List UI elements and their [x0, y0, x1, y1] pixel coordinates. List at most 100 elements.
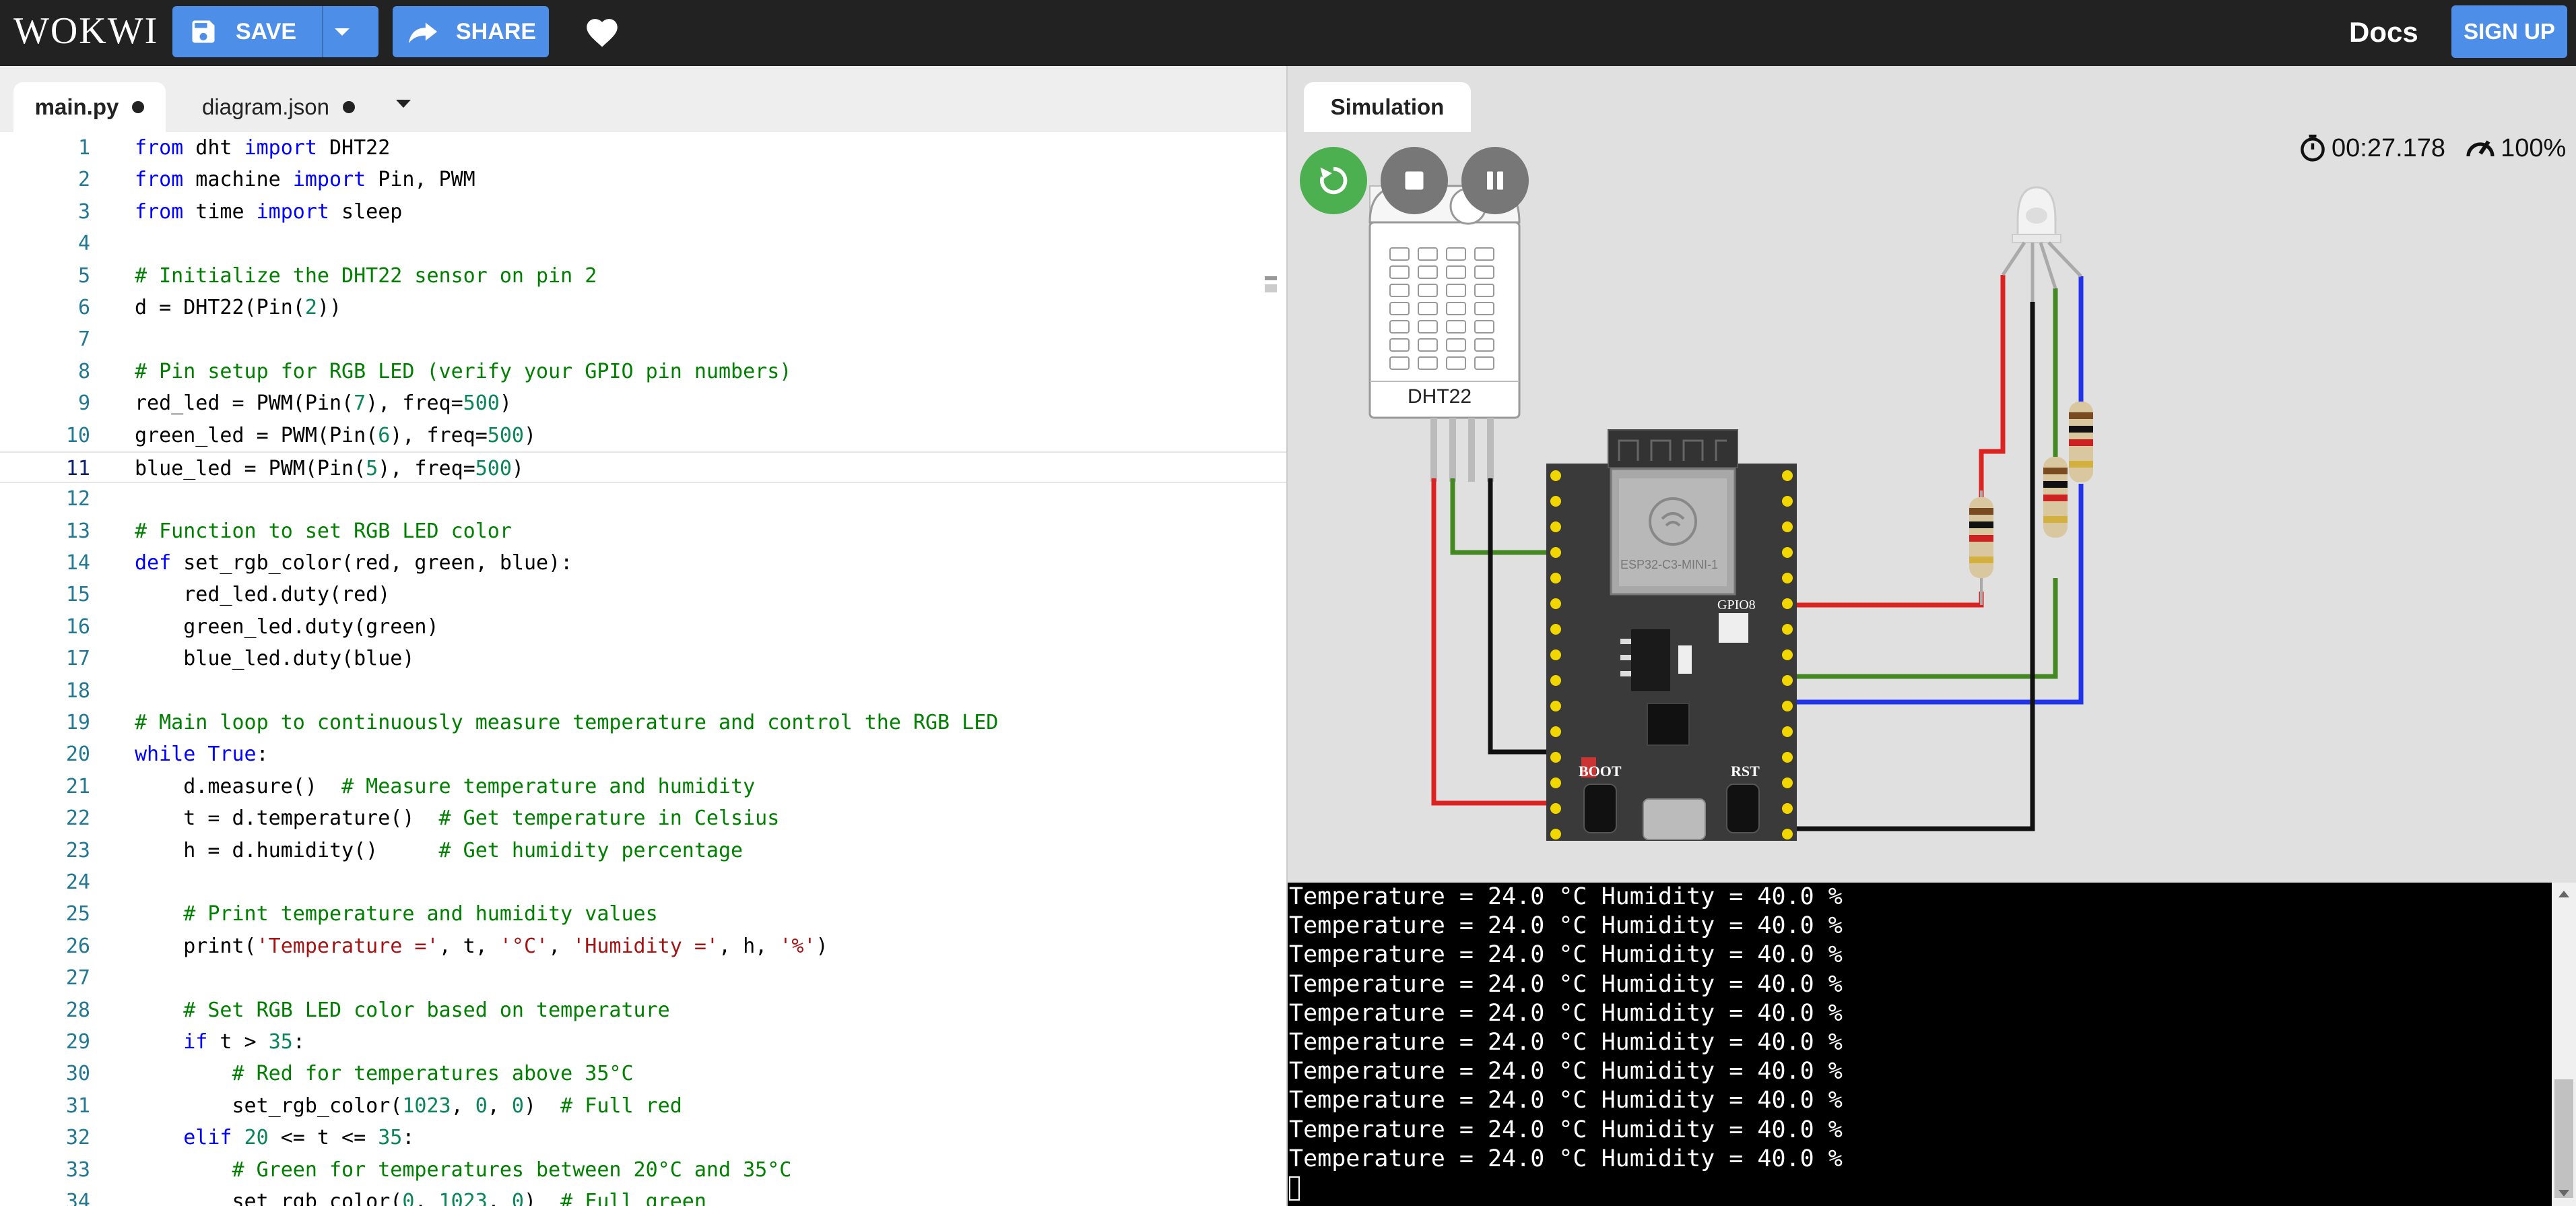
line-number: 27 [65, 966, 90, 990]
code-token: t = d.temperature() [135, 806, 439, 831]
code-line[interactable]: 16 green_led.duty(green) [0, 611, 1286, 643]
code-line[interactable]: 5 # Initialize the DHT22 sensor on pin 2 [0, 260, 1286, 292]
code-token: 0 [511, 1093, 524, 1118]
line-number: 23 [65, 838, 90, 862]
code-line[interactable]: 23 h = d.humidity() # Get humidity perce… [0, 835, 1286, 866]
save-label: SAVE [236, 18, 297, 44]
code-line[interactable]: 32 elif 20 <= t <= 35: [0, 1122, 1286, 1153]
code-line[interactable]: 34 set_rgb_color(0, 1023, 0) # Full gree… [0, 1186, 1286, 1206]
code-line[interactable]: 2 from machine import Pin, PWM [0, 164, 1286, 195]
docs-link[interactable]: Docs [2349, 16, 2418, 49]
code-text: while True: [135, 738, 269, 770]
tab-diagram-json[interactable]: diagram.json [202, 82, 370, 132]
resistor-1[interactable] [1969, 490, 1993, 605]
code-line[interactable]: 9 red_led = PWM(Pin(7), freq=500) [0, 387, 1286, 419]
code-line[interactable]: 17 blue_led.duty(blue) [0, 643, 1286, 674]
code-token: 7 [354, 391, 366, 416]
code-token: # Measure temperature and humidity [341, 774, 756, 798]
code-line[interactable]: 15 red_led.duty(red) [0, 579, 1286, 610]
tab-main-py[interactable]: main.py [13, 82, 166, 132]
serial-input-line[interactable] [1288, 1174, 2552, 1203]
serial-scrollbar[interactable] [2552, 883, 2576, 1206]
header-pin [1550, 803, 1561, 814]
code-line[interactable]: 33 # Green for temperatures between 20°C… [0, 1154, 1286, 1186]
code-line[interactable]: 19 # Main loop to continuously measure te… [0, 707, 1286, 738]
code-line[interactable]: 13 # Function to set RGB LED color [0, 515, 1286, 547]
header-pin [1550, 470, 1561, 481]
dht22-sensor[interactable]: DHT22 [1368, 185, 1521, 482]
scroll-thumb[interactable] [2554, 1079, 2573, 1198]
code-token: dht [183, 136, 244, 160]
code-token: : [402, 1126, 415, 1150]
sign-up-button[interactable]: SIGN UP [2451, 5, 2567, 58]
code-line[interactable]: 6 d = DHT22(Pin(2)) [0, 292, 1286, 323]
code-line[interactable]: 11 blue_led = PWM(Pin(5), freq=500) [0, 451, 1286, 484]
tabs-menu-chevron-icon[interactable] [396, 100, 411, 108]
pause-button[interactable] [1461, 147, 1529, 214]
code-line[interactable]: 12 [0, 483, 1286, 515]
code-line[interactable]: 24 [0, 866, 1286, 898]
code-token: 1023 [402, 1093, 451, 1118]
code-token: # Full red [560, 1093, 682, 1118]
code-token: ) [499, 391, 512, 416]
editor-tabs: main.py diagram.json [0, 66, 1286, 132]
code-line[interactable]: 10 green_led = PWM(Pin(6), freq=500) [0, 420, 1286, 451]
header-pin [1550, 777, 1561, 788]
restart-button[interactable] [1300, 147, 1367, 214]
code-line[interactable]: 4 [0, 228, 1286, 259]
code-line[interactable]: 30 # Red for temperatures above 35°C [0, 1058, 1286, 1089]
code-token: from [135, 136, 184, 160]
line-number: 16 [65, 614, 90, 639]
code-line[interactable]: 14 def set_rgb_color(red, green, blue): [0, 547, 1286, 579]
header-pin [1550, 726, 1561, 737]
top-bar: WOKWI SAVE SHARE Docs SIGN UP [0, 0, 2576, 66]
code-line[interactable]: 22 t = d.temperature() # Get temperature… [0, 802, 1286, 834]
header-pin [1550, 649, 1561, 660]
scroll-down-icon[interactable] [2558, 1190, 2569, 1197]
code-token: import [244, 136, 317, 160]
stop-button[interactable] [1381, 147, 1448, 214]
code-line[interactable]: 7 [0, 323, 1286, 355]
code-token: , [487, 1093, 512, 1118]
line-number: 29 [65, 1029, 90, 1054]
code-text: # Function to set RGB LED color [135, 515, 512, 547]
wokwi-logo[interactable]: WOKWI [13, 9, 158, 53]
code-line[interactable]: 20 while True: [0, 738, 1286, 770]
gpio8-label: GPIO8 [1717, 598, 1756, 612]
save-button[interactable]: SAVE [172, 17, 322, 46]
resistor-2[interactable] [2043, 457, 2068, 538]
code-token: 500 [475, 456, 512, 480]
serial-monitor[interactable]: Temperature = 24.0 °C Humidity = 40.0 % T… [1288, 883, 2552, 1206]
code-line[interactable]: 26 print('Temperature =', t, '°C', 'Humi… [0, 930, 1286, 962]
code-line[interactable]: 18 [0, 675, 1286, 707]
code-line[interactable]: 21 d.measure() # Measure temperature and… [0, 771, 1286, 802]
tab-simulation[interactable]: Simulation [1304, 82, 1471, 132]
scroll-up-icon[interactable] [2558, 891, 2569, 897]
code-token: if [183, 1029, 208, 1054]
favorite-button[interactable] [585, 16, 620, 52]
code-line[interactable]: 3 from time import sleep [0, 196, 1286, 228]
code-line[interactable]: 8 # Pin setup for RGB LED (verify your GP… [0, 356, 1286, 387]
save-dropdown-button[interactable] [323, 25, 378, 38]
code-line[interactable]: 28 # Set RGB LED color based on temperat… [0, 994, 1286, 1026]
code-line[interactable]: 1 from dht import DHT22 [0, 132, 1286, 164]
share-icon [408, 22, 438, 44]
header-pin [1782, 598, 1793, 609]
boot-label: BOOT [1579, 763, 1622, 780]
share-button[interactable]: SHARE [393, 6, 549, 57]
code-line[interactable]: 29 if t > 35: [0, 1026, 1286, 1058]
code-editor[interactable]: 1 from dht import DHT22 2 from machine impo… [0, 132, 1286, 1206]
esp32-c3-board[interactable]: ESP32-C3-MINI-1 GPIO8 BOOT RST [1546, 429, 1797, 841]
code-line[interactable]: 27 [0, 962, 1286, 994]
header-pin [1782, 470, 1793, 481]
line-number: 25 [65, 902, 90, 926]
pause-icon [1487, 171, 1503, 190]
editor-scroll-thumb[interactable] [1265, 284, 1277, 292]
code-line[interactable]: 31 set_rgb_color(1023, 0, 0) # Full red [0, 1090, 1286, 1122]
heart-icon [587, 19, 618, 47]
resistor-3[interactable] [2069, 402, 2093, 482]
code-text: blue_led.duty(blue) [135, 643, 414, 674]
rgb-led[interactable] [2001, 186, 2082, 302]
code-line[interactable]: 25 # Print temperature and humidity valu… [0, 898, 1286, 930]
code-token: # Red for temperatures above 35°C [232, 1062, 634, 1086]
